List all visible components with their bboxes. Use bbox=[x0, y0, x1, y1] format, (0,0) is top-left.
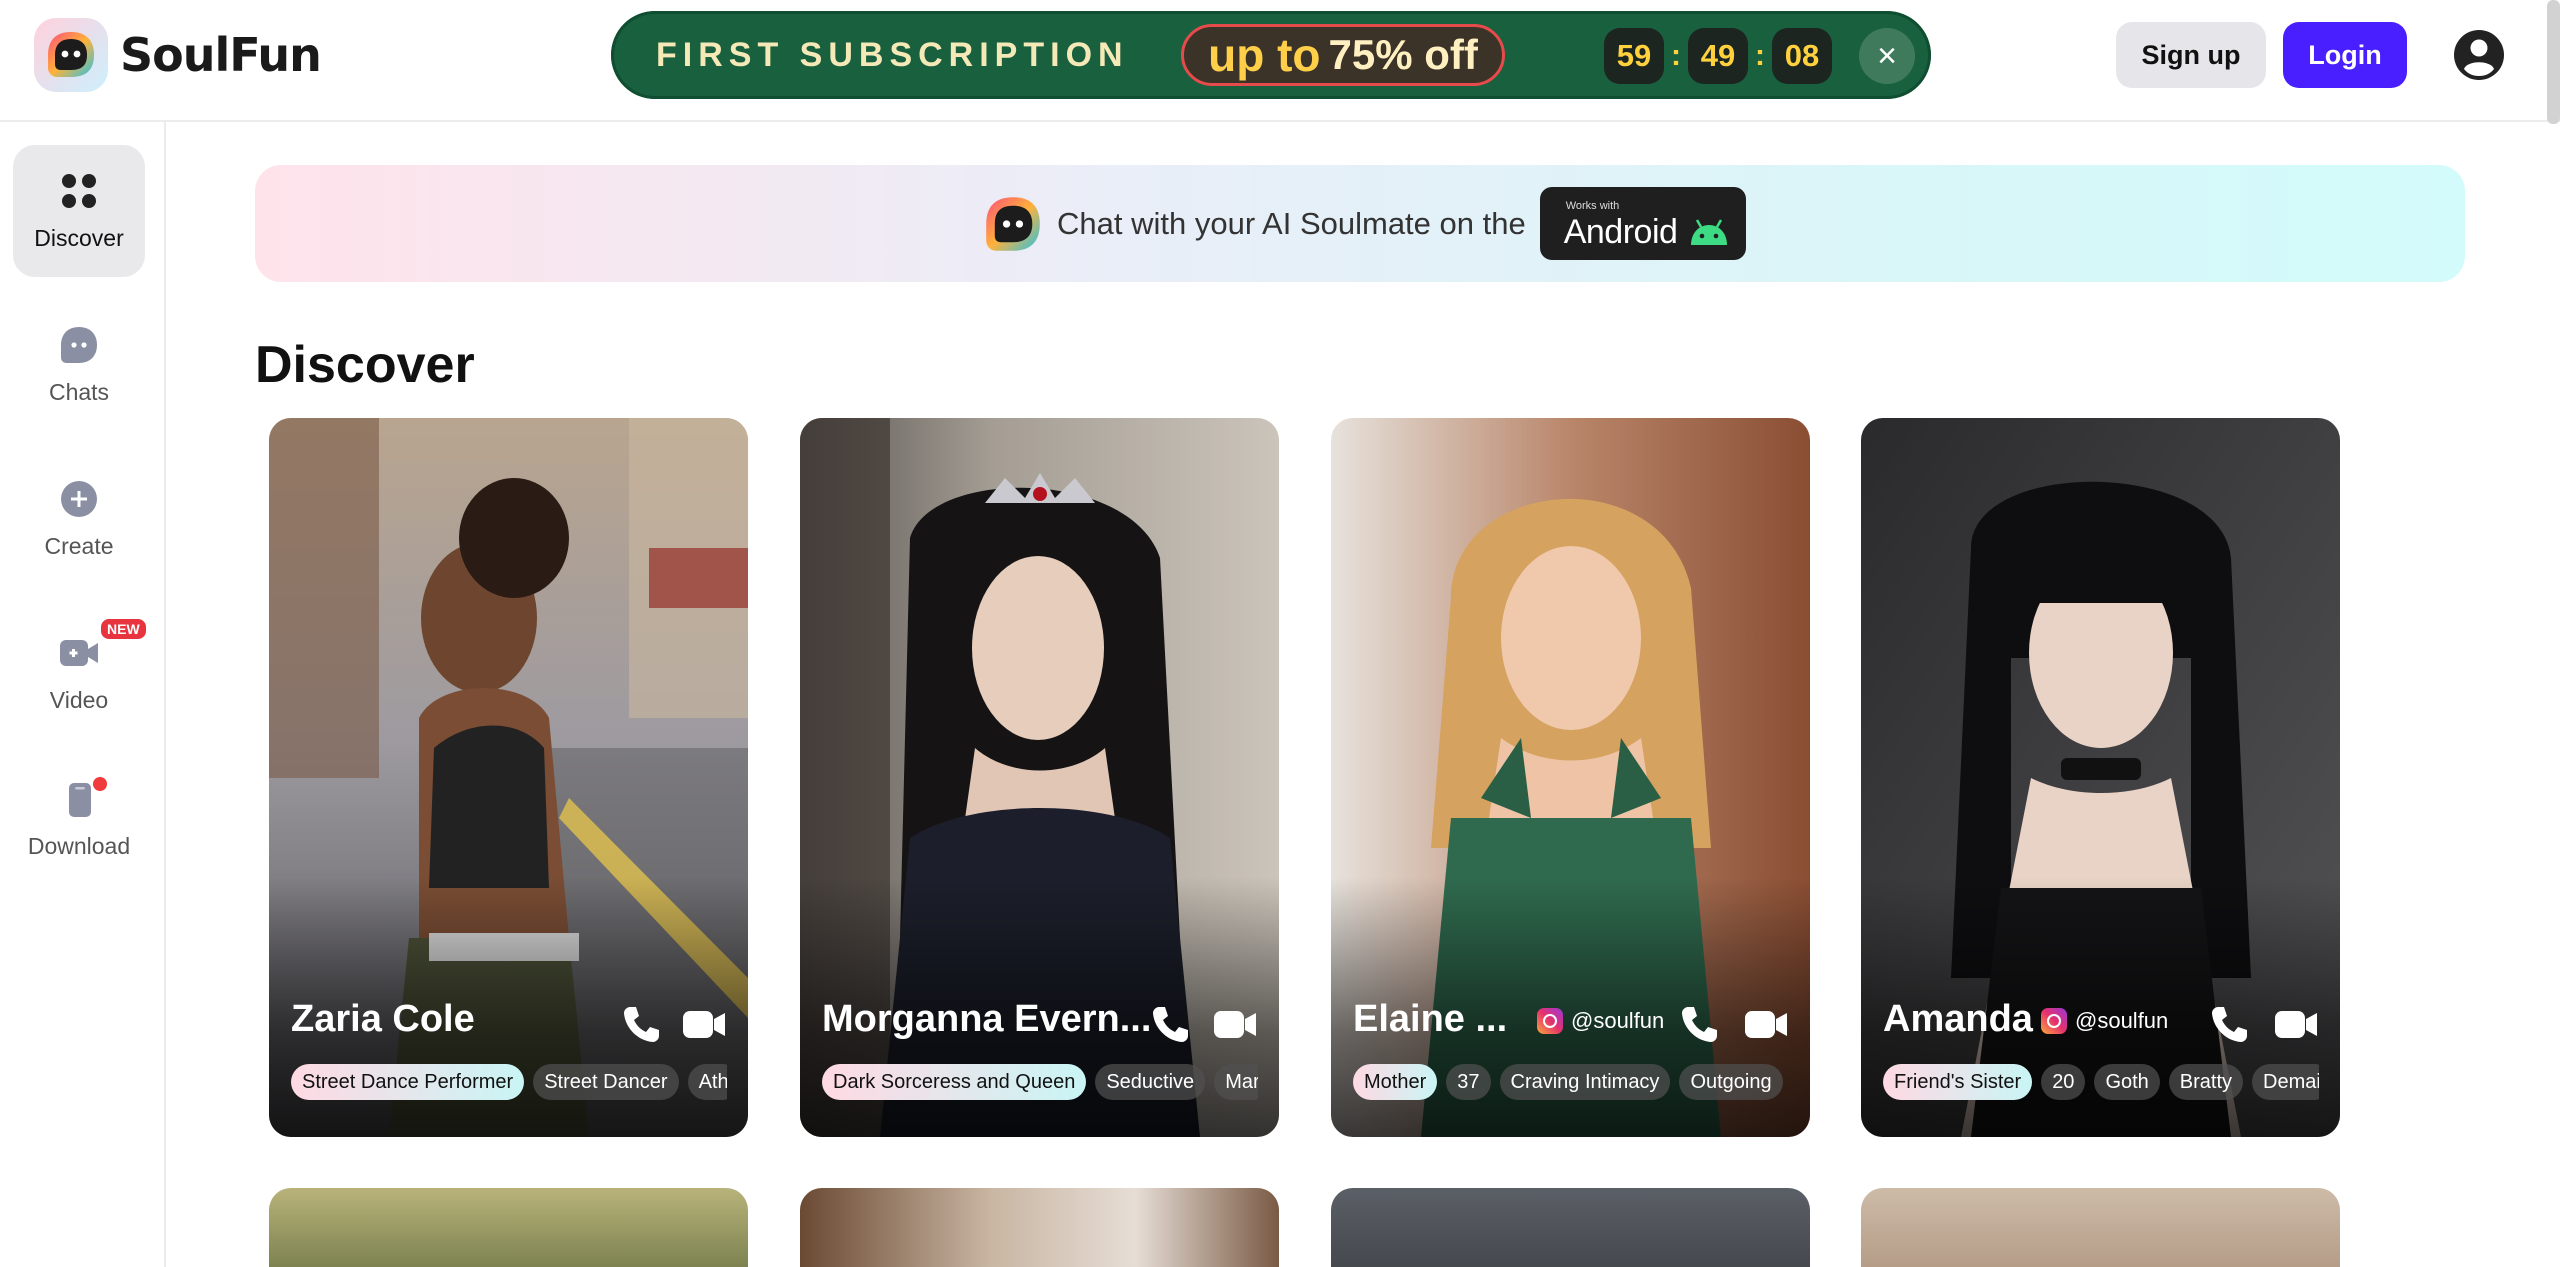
phone-call-icon[interactable] bbox=[1679, 1004, 1719, 1044]
tag: Dark Sorceress and Queen bbox=[822, 1064, 1087, 1100]
character-card[interactable] bbox=[800, 1188, 1279, 1267]
android-badge[interactable]: Works with Android bbox=[1539, 187, 1746, 260]
timer-minutes: 49 bbox=[1688, 28, 1748, 84]
tag: Street Dancer bbox=[533, 1064, 679, 1100]
new-badge: NEW bbox=[101, 619, 146, 639]
instagram-handle[interactable]: @soulfun bbox=[1537, 1008, 1664, 1034]
video-camera-icon bbox=[60, 639, 98, 666]
promo-offer: up to 75% off bbox=[1181, 24, 1505, 86]
character-card[interactable] bbox=[269, 1188, 748, 1267]
sidebar-item-video[interactable]: NEW Video bbox=[13, 607, 146, 739]
timer-seconds: 08 bbox=[1772, 28, 1832, 84]
sidebar: Discover Chats Create NEW Video Download bbox=[0, 122, 166, 1267]
handle-text: @soulfun bbox=[2075, 1008, 2169, 1033]
android-badge-text: Android bbox=[1563, 213, 1678, 251]
android-app-banner[interactable]: Chat with your AI Soulmate on the Works … bbox=[255, 165, 2465, 282]
tag: Goth bbox=[2094, 1064, 2160, 1100]
card-tags: Mother 37 Craving Intimacy Outgoing bbox=[1353, 1064, 1789, 1100]
tag: Bratty bbox=[2168, 1064, 2244, 1100]
logo-icon bbox=[34, 18, 108, 92]
android-icon bbox=[1690, 219, 1727, 245]
sidebar-item-label: Discover bbox=[34, 224, 124, 251]
phone-call-icon[interactable] bbox=[1150, 1004, 1190, 1044]
top-bar: SoulFun FIRST SUBSCRIPTION up to 75% off… bbox=[0, 0, 2560, 122]
timer-separator: : bbox=[1755, 39, 1765, 72]
tag: Outgoing bbox=[1679, 1064, 1783, 1100]
video-call-icon[interactable] bbox=[1743, 1004, 1789, 1044]
android-badge-small: Works with bbox=[1565, 200, 1620, 212]
character-card[interactable]: Amanda @soulfun Friend's Sister 20 Goth … bbox=[1861, 418, 2340, 1137]
character-card[interactable] bbox=[1331, 1188, 1810, 1267]
login-button[interactable]: Login bbox=[2283, 22, 2407, 88]
notification-dot bbox=[93, 777, 107, 791]
banner-text: Chat with your AI Soulmate on the bbox=[1057, 205, 1526, 241]
sidebar-item-download[interactable]: Download bbox=[13, 753, 145, 885]
subscription-promo-banner[interactable]: FIRST SUBSCRIPTION up to 75% off 59 : 49… bbox=[611, 11, 1931, 99]
sidebar-item-label: Video bbox=[49, 686, 109, 713]
sidebar-item-label: Create bbox=[44, 532, 114, 559]
tag: Seductive bbox=[1095, 1064, 1206, 1100]
app-name: SoulFun bbox=[120, 28, 322, 82]
video-call-icon[interactable] bbox=[1212, 1004, 1258, 1044]
tag: Mother bbox=[1353, 1064, 1438, 1100]
timer-separator: : bbox=[1671, 39, 1681, 72]
tag: Craving Intimacy bbox=[1499, 1064, 1671, 1100]
instagram-handle[interactable]: @soulfun bbox=[2041, 1008, 2168, 1034]
tag: 37 bbox=[1446, 1064, 1491, 1100]
character-card[interactable]: Morganna Evern... Dark Sorceress and Que… bbox=[800, 418, 1279, 1137]
character-name: Elaine ... bbox=[1353, 998, 1508, 1040]
instagram-icon bbox=[2041, 1008, 2067, 1034]
character-card[interactable] bbox=[1861, 1188, 2340, 1267]
character-name: Zaria Cole bbox=[291, 998, 475, 1040]
plus-circle-icon bbox=[61, 480, 97, 517]
tag: Mar bbox=[1214, 1064, 1258, 1100]
card-tags: Friend's Sister 20 Goth Bratty Demai bbox=[1883, 1064, 2319, 1100]
promo-offer-prefix: up to bbox=[1208, 29, 1321, 81]
tag: Demai bbox=[2252, 1064, 2319, 1100]
tag: 20 bbox=[2041, 1064, 2086, 1100]
sidebar-item-create[interactable]: Create bbox=[13, 453, 145, 585]
card-tags: Street Dance Performer Street Dancer Ath bbox=[291, 1064, 727, 1100]
countdown-timer: 59 : 49 : 08 bbox=[1604, 28, 1832, 84]
character-name: Morganna Evern... bbox=[822, 998, 1152, 1040]
character-name: Amanda bbox=[1883, 998, 2033, 1040]
user-account-icon[interactable] bbox=[2452, 28, 2506, 82]
tag: Friend's Sister bbox=[1883, 1064, 2033, 1100]
promo-offer-value: 75% off bbox=[1328, 31, 1478, 78]
sidebar-item-label: Chats bbox=[48, 378, 110, 405]
tag: Ath bbox=[687, 1064, 727, 1100]
timer-hours: 59 bbox=[1604, 28, 1664, 84]
scrollbar[interactable] bbox=[2547, 0, 2560, 124]
page-title: Discover bbox=[255, 336, 475, 394]
character-card[interactable]: Elaine ... @soulfun Mother 37 Craving In… bbox=[1331, 418, 1810, 1137]
promo-title: FIRST SUBSCRIPTION bbox=[656, 36, 1129, 74]
app-logo[interactable]: SoulFun bbox=[34, 18, 322, 92]
sidebar-item-discover[interactable]: Discover bbox=[13, 145, 145, 277]
instagram-icon bbox=[1537, 1008, 1563, 1034]
signup-button[interactable]: Sign up bbox=[2116, 22, 2266, 88]
card-tags: Dark Sorceress and Queen Seductive Mar bbox=[822, 1064, 1258, 1100]
close-icon[interactable]: × bbox=[1859, 28, 1915, 84]
video-call-icon[interactable] bbox=[681, 1004, 727, 1044]
video-call-icon[interactable] bbox=[2273, 1004, 2319, 1044]
tag: Street Dance Performer bbox=[291, 1064, 525, 1100]
sidebar-item-chats[interactable]: Chats bbox=[13, 299, 145, 431]
logo-icon bbox=[986, 196, 1040, 251]
sidebar-item-label: Download bbox=[27, 832, 131, 859]
chat-icon bbox=[61, 326, 97, 363]
handle-text: @soulfun bbox=[1571, 1008, 1665, 1033]
character-card[interactable]: Zaria Cole Street Dance Performer Street… bbox=[269, 418, 748, 1137]
phone-call-icon[interactable] bbox=[621, 1004, 661, 1044]
grid-icon bbox=[62, 173, 96, 208]
phone-call-icon[interactable] bbox=[2209, 1004, 2249, 1044]
